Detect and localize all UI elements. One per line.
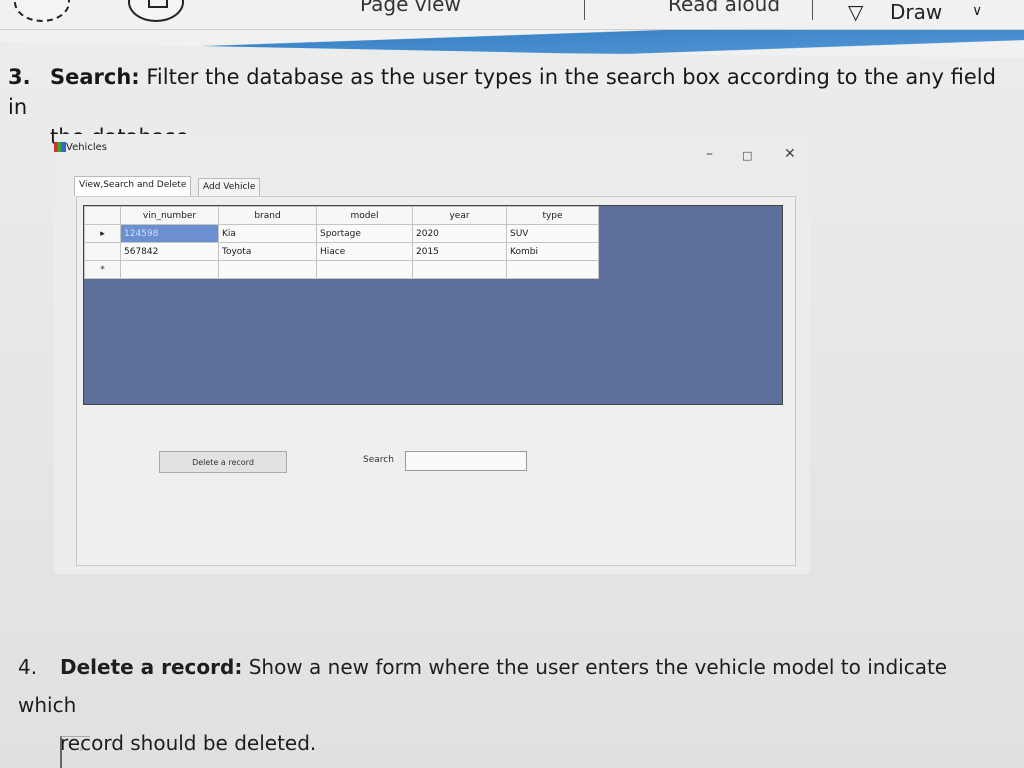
answer-box[interactable]: • [60,736,90,768]
grid-cell[interactable] [316,260,413,279]
grid-cell[interactable] [412,260,507,279]
question-4: 4. Delete a record: Show a new form where… [18,648,1008,762]
read-aloud-button[interactable]: Read aloud [668,0,780,16]
vehicles-window: Vehicles – □ ✕ View,Search and Delete Ad… [54,134,810,574]
delete-record-button[interactable]: Delete a record [159,451,287,473]
reader-toolbar: Page view Read aloud ▽ Draw ∨ [0,0,1024,30]
grid-cell[interactable] [120,260,219,279]
question-title: Search: [50,65,140,89]
question-title: Delete a record: [60,655,243,679]
grid-cell[interactable]: Kombi [506,242,599,261]
question-text: Filter the database as the user types in… [8,65,996,119]
app-icon [54,142,66,152]
row-indicator[interactable]: * [84,260,121,279]
answer-box-marker: • [78,745,84,756]
toolbar-round-icon[interactable] [14,0,70,22]
close-icon[interactable]: ✕ [784,146,796,162]
question-number: 3. [8,65,31,89]
tab-page: vin_number brand model year type ▸ 12459… [76,196,796,566]
search-input[interactable] [405,451,527,471]
table-row-new[interactable]: * [84,260,599,279]
tab-add-vehicle[interactable]: Add Vehicle [198,178,261,196]
grid-cell[interactable]: Kia [218,224,317,243]
grid-cell[interactable]: 567842 [120,242,219,261]
grid-table: vin_number brand model year type ▸ 12459… [84,206,599,279]
column-header-model[interactable]: model [316,206,413,225]
window-title: Vehicles [66,142,107,153]
toolbar-divider [812,0,813,20]
grid-cell[interactable]: Toyota [218,242,317,261]
pen-icon[interactable]: ▽ [848,0,863,24]
column-header-vin-number[interactable]: vin_number [120,206,219,225]
table-row[interactable]: 567842 Toyota Hiace 2015 Kombi [84,242,599,261]
grid-header-row: vin_number brand model year type [84,206,599,225]
toolbar-save-icon[interactable] [128,0,184,22]
table-row[interactable]: ▸ 124598 Kia Sportage 2020 SUV [84,224,599,243]
minimize-icon[interactable]: – [706,146,713,162]
page-view-button[interactable]: Page view [360,0,461,16]
row-header-corner [84,206,121,225]
grid-cell[interactable]: Hiace [316,242,413,261]
grid-cell[interactable] [506,260,599,279]
grid-cell[interactable]: 2015 [412,242,507,261]
search-label: Search [363,455,394,465]
question-text-continued: record should be deleted. [60,731,317,755]
question-number: 4. [18,655,38,679]
grid-cell[interactable]: Sportage [316,224,413,243]
tab-view-search-delete[interactable]: View,Search and Delete [74,176,192,196]
chevron-down-icon[interactable]: ∨ [972,3,982,19]
maximize-icon[interactable]: □ [742,149,752,162]
grid-cell[interactable] [218,260,317,279]
vehicles-data-grid[interactable]: vin_number brand model year type ▸ 12459… [83,205,783,405]
toolbar-divider [584,0,585,20]
column-header-brand[interactable]: brand [218,206,317,225]
column-header-type[interactable]: type [506,206,599,225]
row-indicator[interactable]: ▸ [84,224,121,243]
grid-cell[interactable]: SUV [506,224,599,243]
row-indicator[interactable] [84,242,121,261]
draw-button[interactable]: Draw [890,0,942,24]
column-header-year[interactable]: year [412,206,507,225]
grid-cell[interactable]: 124598 [120,224,219,243]
grid-cell[interactable]: 2020 [412,224,507,243]
